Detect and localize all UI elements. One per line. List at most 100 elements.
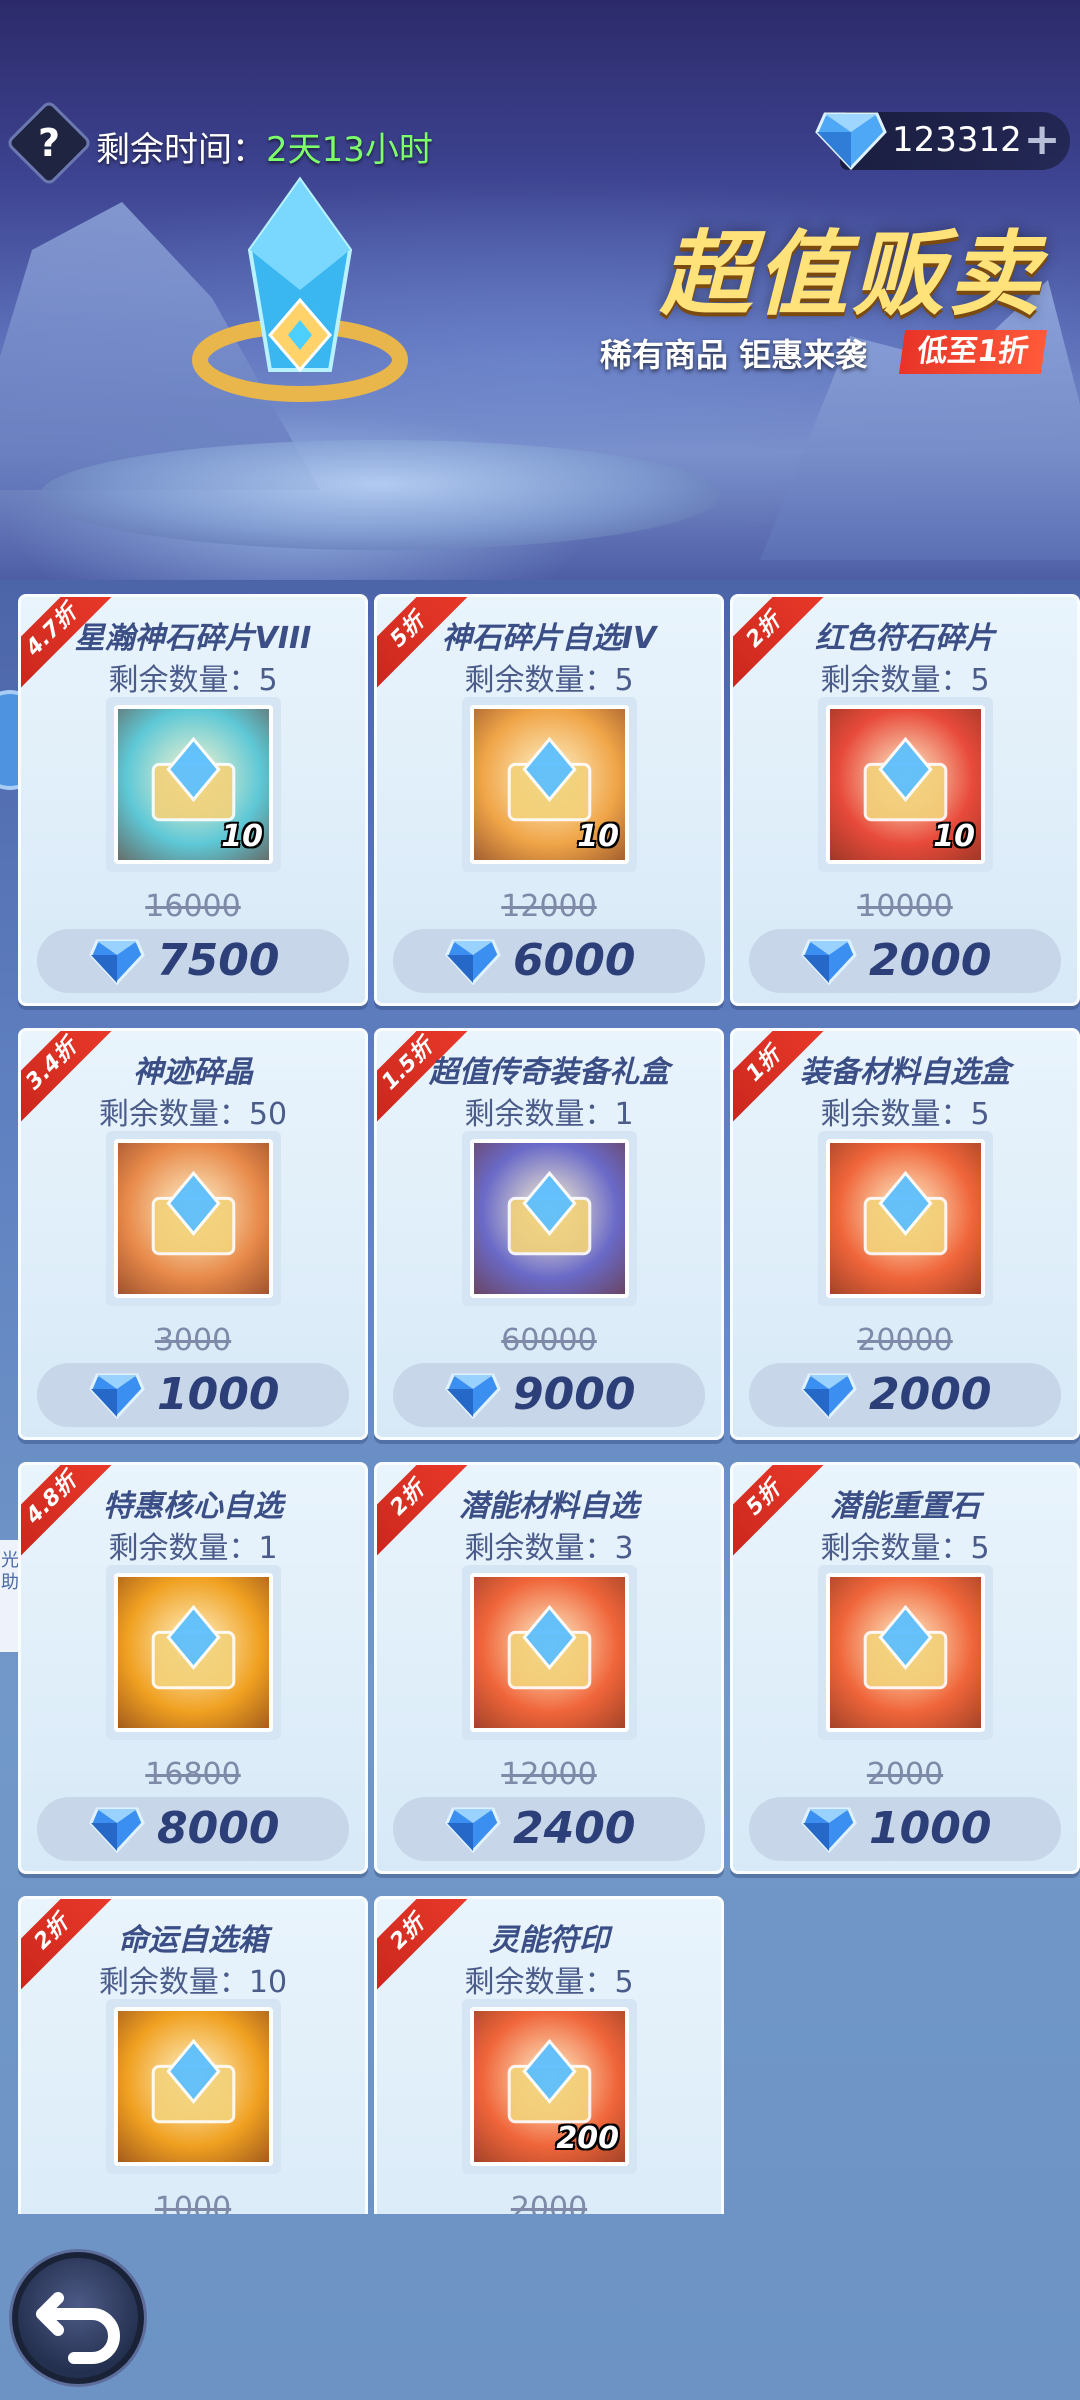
buy-button[interactable]: 9000 [393, 1363, 705, 1427]
shop-item-card[interactable]: 1.5折 超值传奇装备礼盒 剩余数量：1 60000 9000 [374, 1028, 724, 1440]
original-price: 16800 [145, 1757, 241, 1792]
item-name: 神迹碎晶 [133, 1055, 253, 1090]
crystal-crown-icon [192, 176, 408, 402]
original-price: 2000 [510, 2191, 588, 2214]
buy-button[interactable]: 2000 [749, 929, 1061, 993]
shop-item-card[interactable]: 2折 潜能材料自选 剩余数量：3 12000 2400 [374, 1462, 724, 1874]
buy-button[interactable]: 2400 [393, 1797, 705, 1861]
back-button[interactable] [12, 2252, 144, 2384]
shop-item-card[interactable]: 2折 灵能符印 剩余数量：5 200 2000 [374, 1896, 724, 2214]
gem-chest-icon: 10 [114, 705, 273, 864]
shop-item-card[interactable]: 4.8折 特惠核心自选 剩余数量：1 16800 8000 [18, 1462, 368, 1874]
item-art [151, 1170, 236, 1256]
shop-item-card[interactable]: 1折 装备材料自选盒 剩余数量：5 20000 2000 [730, 1028, 1080, 1440]
item-stock: 剩余数量：1 [108, 1531, 278, 1566]
buy-button[interactable]: 1000 [37, 1363, 349, 1427]
item-quantity: 10 [933, 819, 975, 854]
page-title: 超值贩卖 [660, 221, 1045, 328]
item-name: 星瀚神石碎片VIII [74, 621, 312, 656]
item-name: 神石碎片自选IV [441, 621, 657, 656]
buy-button[interactable]: 2000 [749, 1363, 1061, 1427]
back-arrow-icon [36, 2292, 120, 2364]
item-stock: 剩余数量：5 [820, 1531, 990, 1566]
diamond-icon [89, 1807, 145, 1853]
item-name: 命运自选箱 [118, 1923, 268, 1958]
sale-price: 7500 [157, 935, 280, 986]
discount-tag: 低至1折 [898, 330, 1048, 374]
shop-item-card[interactable]: 4.7折 星瀚神石碎片VIII 剩余数量：5 10 16000 7500 [18, 594, 368, 1006]
original-price: 2000 [866, 1757, 944, 1792]
gold-chest-icon: 10 [470, 705, 629, 864]
banner: ? 剩余时间：2天13小时 123312 + 超值贩卖 稀有商品 钜惠来袭 低至… [0, 0, 1080, 580]
original-price: 3000 [154, 1323, 232, 1358]
buy-button[interactable]: 1000 [749, 1797, 1061, 1861]
reset-stone-icon [826, 1573, 985, 1732]
sale-price: 8000 [157, 1803, 280, 1854]
item-name: 潜能材料自选 [459, 1489, 639, 1524]
item-stock: 剩余数量：10 [98, 1965, 288, 2000]
item-frame [818, 1131, 993, 1306]
item-name: 超值传奇装备礼盒 [429, 1055, 669, 1090]
diamond-icon [801, 1373, 857, 1419]
diamond-icon [89, 1373, 145, 1419]
item-name: 灵能符印 [489, 1923, 609, 1958]
item-art [151, 2038, 236, 2124]
buy-button[interactable]: 7500 [37, 929, 349, 993]
item-quantity: 10 [577, 819, 619, 854]
diamond-icon [445, 939, 501, 985]
shop-item-card[interactable]: 2折 命运自选箱 剩余数量：10 1000 [18, 1896, 368, 2214]
shop-item-card[interactable]: 3.4折 神迹碎晶 剩余数量：50 3000 1000 [18, 1028, 368, 1440]
original-price: 16000 [145, 889, 241, 924]
item-frame [106, 1999, 281, 2174]
sale-price: 1000 [869, 1803, 992, 1854]
item-stock: 剩余数量：5 [108, 663, 278, 698]
sale-price: 2000 [869, 1369, 992, 1420]
diamond-icon [801, 939, 857, 985]
item-frame: 200 [462, 1999, 637, 2174]
item-stock: 剩余数量：5 [820, 663, 990, 698]
shop-grid: 4.7折 星瀚神石碎片VIII 剩余数量：5 10 16000 7500 5折 神石碎片自选I… [0, 594, 1080, 2214]
item-frame: 10 [106, 697, 281, 872]
original-price: 60000 [501, 1323, 597, 1358]
diamond-icon [89, 939, 145, 985]
sale-price: 9000 [513, 1369, 636, 1420]
item-name: 装备材料自选盒 [800, 1055, 1010, 1090]
buy-button[interactable]: 8000 [37, 1797, 349, 1861]
sale-price: 2000 [869, 935, 992, 986]
item-art [863, 1604, 948, 1690]
original-price: 10000 [857, 889, 953, 924]
help-icon: ? [37, 121, 61, 165]
sale-price: 6000 [513, 935, 636, 986]
help-button[interactable]: ? [5, 99, 93, 187]
item-frame [462, 1565, 637, 1740]
sale-price: 2400 [513, 1803, 636, 1854]
platform-decoration [40, 440, 720, 550]
diamond-icon [445, 1373, 501, 1419]
potential-chest-icon [470, 1573, 629, 1732]
diamond-icon [801, 1807, 857, 1853]
currency-amount: 123312 [892, 120, 1022, 160]
diamond-icon [815, 112, 887, 171]
item-stock: 剩余数量：1 [464, 1097, 634, 1132]
buy-button[interactable]: 6000 [393, 929, 705, 993]
item-stock: 剩余数量：50 [98, 1097, 288, 1132]
item-quantity: 10 [221, 819, 263, 854]
item-frame: 10 [462, 697, 637, 872]
shop-item-card[interactable]: 5折 神石碎片自选IV 剩余数量：5 10 12000 6000 [374, 594, 724, 1006]
red-rune-icon: 10 [826, 705, 985, 864]
psionic-seal-icon: 200 [470, 2007, 629, 2166]
item-quantity: 200 [556, 2121, 619, 2156]
shop-item-card[interactable]: 2折 红色符石碎片 剩余数量：5 10 10000 2000 [730, 594, 1080, 1006]
add-currency-button[interactable]: + [1020, 118, 1064, 162]
item-art [507, 1170, 592, 1256]
shop-item-card[interactable]: 5折 潜能重置石 剩余数量：5 2000 1000 [730, 1462, 1080, 1874]
item-stock: 剩余数量：5 [464, 663, 634, 698]
item-art [507, 1604, 592, 1690]
item-stock: 剩余数量：5 [464, 1965, 634, 2000]
item-frame [106, 1131, 281, 1306]
countdown-timer: 剩余时间：2天13小时 [96, 122, 433, 171]
armor-box-icon [470, 1139, 629, 1298]
crystal-shard-icon [114, 1139, 273, 1298]
item-art [863, 1170, 948, 1256]
fate-box-icon [114, 2007, 273, 2166]
